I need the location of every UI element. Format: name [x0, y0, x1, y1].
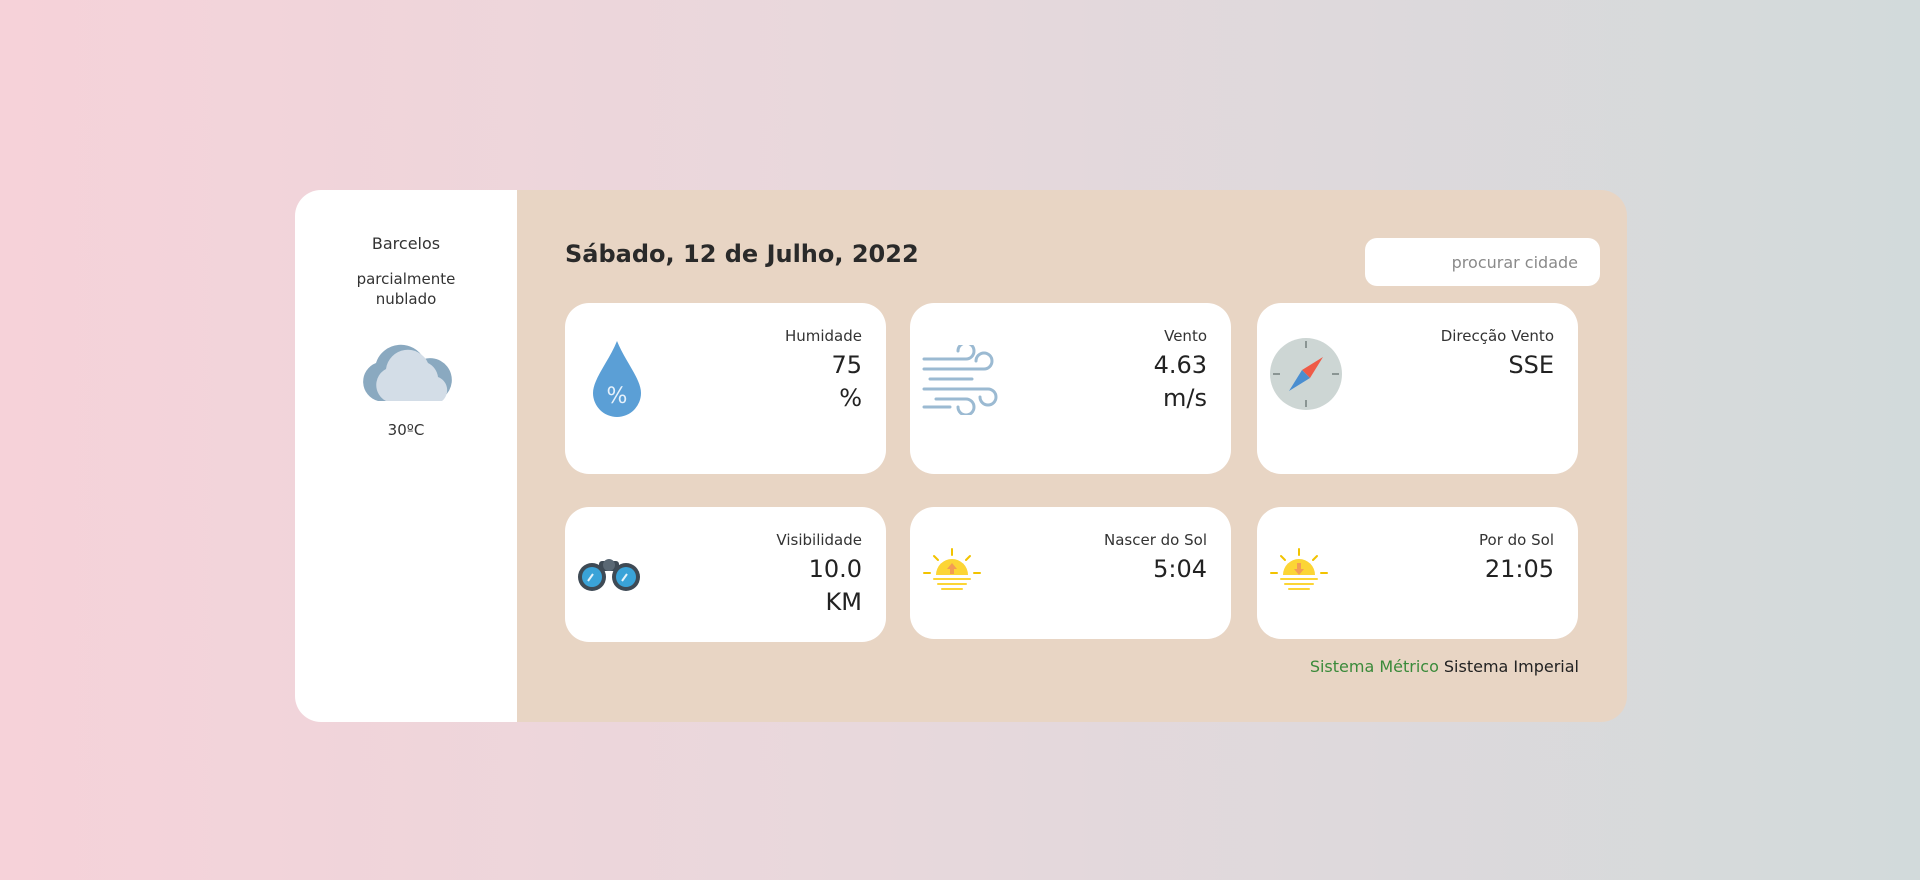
current-date: Sábado, 12 de Julho, 2022: [565, 240, 919, 268]
visibility-number: 10.0: [808, 555, 862, 583]
temperature: 30ºC: [387, 421, 425, 439]
unit-system-toggle: Sistema Métrico Sistema Imperial: [1310, 657, 1579, 676]
sunset-value: 21:05: [1484, 555, 1554, 583]
partly-cloudy-icon: [356, 339, 456, 407]
sunrise-card: Nascer do Sol 5:04: [910, 507, 1231, 639]
sunset-icon: [1269, 547, 1329, 601]
weather-app: Barcelos parcialmente nublado 30ºC Sábad…: [295, 190, 1627, 722]
sunrise-value: 5:04: [1153, 555, 1207, 583]
sunrise-label: Nascer do Sol: [1104, 531, 1207, 549]
visibility-card: Visibilidade 10.0 KM: [565, 507, 886, 642]
humidity-number: 75: [831, 351, 862, 379]
wind-direction-value: SSE: [1508, 351, 1554, 379]
wind-direction-label: Direcção Vento: [1440, 327, 1554, 345]
visibility-label: Visibilidade: [776, 531, 862, 549]
visibility-unit: KM: [825, 588, 862, 616]
wind-card: Vento 4.63 m/s: [910, 303, 1231, 474]
wind-value: 4.63 m/s: [1154, 349, 1207, 415]
binoculars-icon: [577, 557, 641, 595]
humidity-drop-icon: %: [591, 339, 643, 423]
wind-label: Vento: [1164, 327, 1207, 345]
visibility-value: 10.0 KM: [809, 553, 862, 619]
svg-text:%: %: [607, 384, 628, 409]
sunset-card: Por do Sol 21:05: [1257, 507, 1578, 639]
city-name: Barcelos: [371, 234, 441, 253]
wind-icon: [922, 341, 1008, 419]
wind-number: 4.63: [1153, 351, 1207, 379]
sunset-label: Por do Sol: [1479, 531, 1554, 549]
humidity-value: 75 %: [831, 349, 862, 415]
main-panel: Sábado, 12 de Julho, 2022 % Humidade 75 …: [517, 190, 1627, 722]
city-search-input[interactable]: [1365, 238, 1600, 286]
weather-condition: parcialmente nublado: [356, 270, 456, 308]
wind-unit: m/s: [1163, 384, 1207, 412]
wind-direction-card: Direcção Vento SSE: [1257, 303, 1578, 474]
metric-system-link[interactable]: Sistema Métrico: [1310, 657, 1439, 676]
humidity-card: % Humidade 75 %: [565, 303, 886, 474]
sunrise-icon: [922, 547, 982, 601]
imperial-system-link[interactable]: Sistema Imperial: [1444, 657, 1579, 676]
humidity-unit: %: [839, 384, 862, 412]
humidity-label: Humidade: [784, 327, 862, 345]
compass-icon: [1269, 337, 1343, 415]
sidebar: Barcelos parcialmente nublado 30ºC: [295, 190, 517, 722]
